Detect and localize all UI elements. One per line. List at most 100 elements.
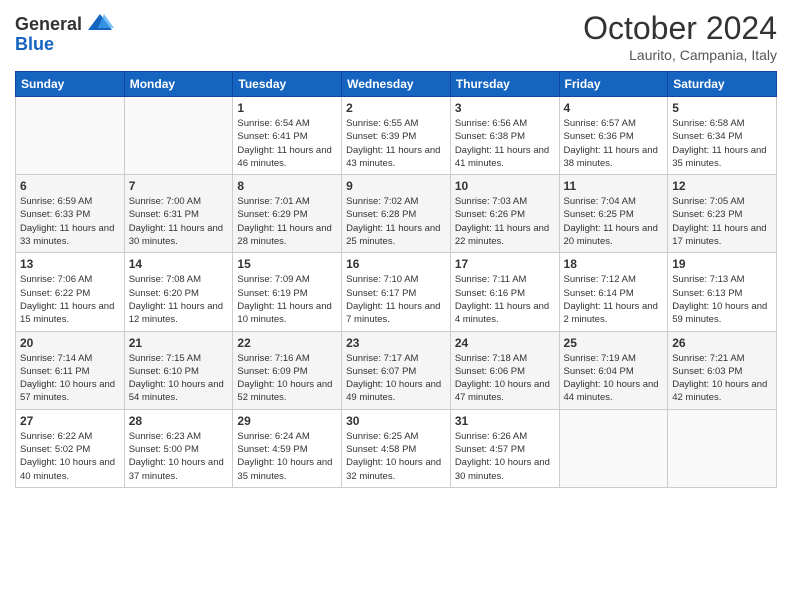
- month-title: October 2024: [583, 10, 777, 47]
- day-info: Sunrise: 7:01 AM Sunset: 6:29 PM Dayligh…: [237, 195, 337, 248]
- day-number: 1: [237, 101, 337, 115]
- day-number: 29: [237, 414, 337, 428]
- day-number: 26: [672, 336, 772, 350]
- day-info: Sunrise: 7:08 AM Sunset: 6:20 PM Dayligh…: [129, 273, 229, 326]
- day-number: 21: [129, 336, 229, 350]
- day-number: 6: [20, 179, 120, 193]
- col-header-friday: Friday: [559, 72, 668, 97]
- day-info: Sunrise: 6:59 AM Sunset: 6:33 PM Dayligh…: [20, 195, 120, 248]
- day-info: Sunrise: 7:13 AM Sunset: 6:13 PM Dayligh…: [672, 273, 772, 326]
- day-number: 13: [20, 257, 120, 271]
- day-info: Sunrise: 6:24 AM Sunset: 4:59 PM Dayligh…: [237, 430, 337, 483]
- day-cell: 28 Sunrise: 6:23 AM Sunset: 5:00 PM Dayli…: [124, 409, 233, 487]
- day-cell: 16Sunrise: 7:10 AM Sunset: 6:17 PM Dayli…: [342, 253, 451, 331]
- day-cell: 21 Sunrise: 7:15 AM Sunset: 6:10 PM Dayli…: [124, 331, 233, 409]
- week-row-2: 6 Sunrise: 6:59 AM Sunset: 6:33 PM Daylig…: [16, 175, 777, 253]
- day-cell: 5 Sunrise: 6:58 AM Sunset: 6:34 PM Daylig…: [668, 97, 777, 175]
- day-cell: 19 Sunrise: 7:13 AM Sunset: 6:13 PM Dayli…: [668, 253, 777, 331]
- day-info: Sunrise: 7:18 AM Sunset: 6:06 PM Dayligh…: [455, 352, 555, 405]
- header-row: SundayMondayTuesdayWednesdayThursdayFrid…: [16, 72, 777, 97]
- day-info: Sunrise: 7:09 AM Sunset: 6:19 PM Dayligh…: [237, 273, 337, 326]
- title-block: October 2024 Laurito, Campania, Italy: [583, 10, 777, 63]
- day-info: Sunrise: 7:03 AM Sunset: 6:26 PM Dayligh…: [455, 195, 555, 248]
- day-cell: 2 Sunrise: 6:55 AM Sunset: 6:39 PM Daylig…: [342, 97, 451, 175]
- day-number: 7: [129, 179, 229, 193]
- col-header-monday: Monday: [124, 72, 233, 97]
- day-info: Sunrise: 7:06 AM Sunset: 6:22 PM Dayligh…: [20, 273, 120, 326]
- day-number: 11: [564, 179, 664, 193]
- day-cell: 8 Sunrise: 7:01 AM Sunset: 6:29 PM Daylig…: [233, 175, 342, 253]
- day-cell: 26 Sunrise: 7:21 AM Sunset: 6:03 PM Dayli…: [668, 331, 777, 409]
- day-number: 12: [672, 179, 772, 193]
- day-cell: 11 Sunrise: 7:04 AM Sunset: 6:25 PM Dayli…: [559, 175, 668, 253]
- day-cell: 31Sunrise: 6:26 AM Sunset: 4:57 PM Dayli…: [450, 409, 559, 487]
- day-cell: 12 Sunrise: 7:05 AM Sunset: 6:23 PM Dayli…: [668, 175, 777, 253]
- day-cell: 6 Sunrise: 6:59 AM Sunset: 6:33 PM Daylig…: [16, 175, 125, 253]
- header: General Blue October 2024 Laurito, Campa…: [15, 10, 777, 63]
- day-info: Sunrise: 7:04 AM Sunset: 6:25 PM Dayligh…: [564, 195, 664, 248]
- day-number: 17: [455, 257, 555, 271]
- day-number: 2: [346, 101, 446, 115]
- week-row-3: 13 Sunrise: 7:06 AM Sunset: 6:22 PM Dayli…: [16, 253, 777, 331]
- day-cell: 1 Sunrise: 6:54 AM Sunset: 6:41 PM Daylig…: [233, 97, 342, 175]
- week-row-5: 27Sunrise: 6:22 AM Sunset: 5:02 PM Dayli…: [16, 409, 777, 487]
- week-row-1: 1 Sunrise: 6:54 AM Sunset: 6:41 PM Daylig…: [16, 97, 777, 175]
- day-cell: 25 Sunrise: 7:19 AM Sunset: 6:04 PM Dayli…: [559, 331, 668, 409]
- day-info: Sunrise: 6:58 AM Sunset: 6:34 PM Dayligh…: [672, 117, 772, 170]
- day-cell: 13 Sunrise: 7:06 AM Sunset: 6:22 PM Dayli…: [16, 253, 125, 331]
- day-info: Sunrise: 6:54 AM Sunset: 6:41 PM Dayligh…: [237, 117, 337, 170]
- day-info: Sunrise: 7:21 AM Sunset: 6:03 PM Dayligh…: [672, 352, 772, 405]
- day-number: 4: [564, 101, 664, 115]
- day-cell: 22Sunrise: 7:16 AM Sunset: 6:09 PM Dayli…: [233, 331, 342, 409]
- day-cell: [124, 97, 233, 175]
- day-cell: 20 Sunrise: 7:14 AM Sunset: 6:11 PM Dayli…: [16, 331, 125, 409]
- day-number: 28: [129, 414, 229, 428]
- calendar-table: SundayMondayTuesdayWednesdayThursdayFrid…: [15, 71, 777, 488]
- day-cell: 27Sunrise: 6:22 AM Sunset: 5:02 PM Dayli…: [16, 409, 125, 487]
- col-header-tuesday: Tuesday: [233, 72, 342, 97]
- calendar-page: General Blue October 2024 Laurito, Campa…: [0, 0, 792, 612]
- col-header-sunday: Sunday: [16, 72, 125, 97]
- day-info: Sunrise: 7:00 AM Sunset: 6:31 PM Dayligh…: [129, 195, 229, 248]
- day-info: Sunrise: 6:56 AM Sunset: 6:38 PM Dayligh…: [455, 117, 555, 170]
- day-cell: 3 Sunrise: 6:56 AM Sunset: 6:38 PM Daylig…: [450, 97, 559, 175]
- col-header-wednesday: Wednesday: [342, 72, 451, 97]
- day-info: Sunrise: 7:15 AM Sunset: 6:10 PM Dayligh…: [129, 352, 229, 405]
- day-number: 19: [672, 257, 772, 271]
- day-info: Sunrise: 6:23 AM Sunset: 5:00 PM Dayligh…: [129, 430, 229, 483]
- day-cell: 7 Sunrise: 7:00 AM Sunset: 6:31 PM Daylig…: [124, 175, 233, 253]
- day-cell: [559, 409, 668, 487]
- day-info: Sunrise: 7:05 AM Sunset: 6:23 PM Dayligh…: [672, 195, 772, 248]
- day-number: 8: [237, 179, 337, 193]
- day-cell: 18Sunrise: 7:12 AM Sunset: 6:14 PM Dayli…: [559, 253, 668, 331]
- day-number: 24: [455, 336, 555, 350]
- logo-icon: [86, 10, 114, 38]
- day-number: 15: [237, 257, 337, 271]
- day-info: Sunrise: 6:57 AM Sunset: 6:36 PM Dayligh…: [564, 117, 664, 170]
- day-cell: 14 Sunrise: 7:08 AM Sunset: 6:20 PM Dayli…: [124, 253, 233, 331]
- day-info: Sunrise: 6:25 AM Sunset: 4:58 PM Dayligh…: [346, 430, 446, 483]
- day-cell: 23Sunrise: 7:17 AM Sunset: 6:07 PM Dayli…: [342, 331, 451, 409]
- day-number: 25: [564, 336, 664, 350]
- day-cell: 24 Sunrise: 7:18 AM Sunset: 6:06 PM Dayli…: [450, 331, 559, 409]
- day-number: 5: [672, 101, 772, 115]
- day-number: 3: [455, 101, 555, 115]
- day-number: 9: [346, 179, 446, 193]
- day-info: Sunrise: 7:16 AM Sunset: 6:09 PM Dayligh…: [237, 352, 337, 405]
- day-cell: 30 Sunrise: 6:25 AM Sunset: 4:58 PM Dayli…: [342, 409, 451, 487]
- day-cell: 29 Sunrise: 6:24 AM Sunset: 4:59 PM Dayli…: [233, 409, 342, 487]
- day-info: Sunrise: 6:55 AM Sunset: 6:39 PM Dayligh…: [346, 117, 446, 170]
- day-number: 14: [129, 257, 229, 271]
- day-info: Sunrise: 7:14 AM Sunset: 6:11 PM Dayligh…: [20, 352, 120, 405]
- day-info: Sunrise: 6:22 AM Sunset: 5:02 PM Dayligh…: [20, 430, 120, 483]
- day-cell: [16, 97, 125, 175]
- day-number: 30: [346, 414, 446, 428]
- day-cell: 9Sunrise: 7:02 AM Sunset: 6:28 PM Daylig…: [342, 175, 451, 253]
- day-info: Sunrise: 7:19 AM Sunset: 6:04 PM Dayligh…: [564, 352, 664, 405]
- day-number: 18: [564, 257, 664, 271]
- day-number: 20: [20, 336, 120, 350]
- location: Laurito, Campania, Italy: [583, 47, 777, 63]
- col-header-thursday: Thursday: [450, 72, 559, 97]
- day-number: 16: [346, 257, 446, 271]
- day-number: 23: [346, 336, 446, 350]
